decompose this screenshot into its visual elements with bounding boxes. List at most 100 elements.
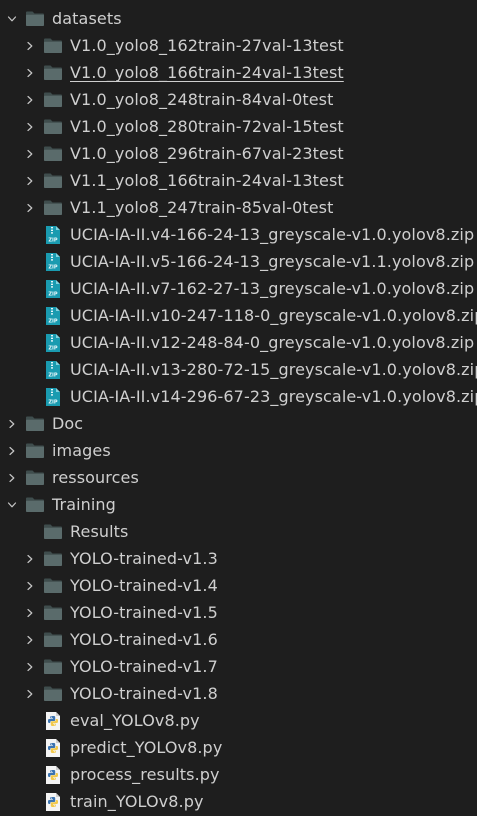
folder-icon xyxy=(43,685,63,703)
file-row-ucia-ia-ii-v4-166-24-13-greyscale-v1-0-yolov8-zip[interactable]: ZIP UCIA-IA-II.v4-166-24-13_greyscale-v1.… xyxy=(0,221,477,248)
chevron-right-icon[interactable] xyxy=(5,444,19,458)
folder-row-v1-0-yolo8-248train-84val-0test[interactable]: V1.0_yolo8_248train-84val-0test xyxy=(0,86,477,113)
tree-item-label: YOLO-trained-v1.7 xyxy=(70,657,218,676)
tree-item-label: YOLO-trained-v1.4 xyxy=(70,576,218,595)
chevron-right-icon[interactable] xyxy=(23,687,37,701)
folder-row-yolo-trained-v1-3[interactable]: YOLO-trained-v1.3 xyxy=(0,545,477,572)
file-row-ucia-ia-ii-v14-296-67-23-greyscale-v1-0-yolov8-zip[interactable]: ZIP UCIA-IA-II.v14-296-67-23_greyscale-v1… xyxy=(0,383,477,410)
folder-icon xyxy=(43,199,63,217)
chevron-right-icon[interactable] xyxy=(23,66,37,80)
folder-row-yolo-trained-v1-5[interactable]: YOLO-trained-v1.5 xyxy=(0,599,477,626)
file-row-predict-yolov8-py[interactable]: predict_YOLOv8.py xyxy=(0,734,477,761)
folder-row-v1-0-yolo8-162train-27val-13test[interactable]: V1.0_yolo8_162train-27val-13test xyxy=(0,32,477,59)
file-row-eval-yolov8-py[interactable]: eval_YOLOv8.py xyxy=(0,707,477,734)
tree-item-label: UCIA-IA-II.v7-162-27-13_greyscale-v1.0.y… xyxy=(70,279,475,298)
folder-icon xyxy=(25,10,45,28)
tree-item-label: V1.1_yolo8_247train-85val-0test xyxy=(70,198,334,217)
folder-row-v1-0-yolo8-166train-24val-13test[interactable]: V1.0_yolo8_166train-24val-13test xyxy=(0,59,477,86)
folder-icon xyxy=(43,631,63,649)
file-row-ucia-ia-ii-v7-162-27-13-greyscale-v1-0-yolov8-zip[interactable]: ZIP UCIA-IA-II.v7-162-27-13_greyscale-v1.… xyxy=(0,275,477,302)
tree-item-label: V1.1_yolo8_166train-24val-13test xyxy=(70,171,344,190)
svg-text:ZIP: ZIP xyxy=(48,291,57,297)
folder-icon xyxy=(43,550,63,568)
tree-item-label: YOLO-trained-v1.8 xyxy=(70,684,218,703)
folder-icon xyxy=(25,415,45,433)
python-file-icon xyxy=(43,765,63,784)
chevron-right-icon[interactable] xyxy=(23,633,37,647)
tree-item-label: process_results.py xyxy=(70,765,220,784)
folder-icon xyxy=(43,604,63,622)
tree-item-label: V1.0_yolo8_166train-24val-13test xyxy=(70,63,344,82)
svg-text:ZIP: ZIP xyxy=(48,345,57,351)
tree-item-label: UCIA-IA-II.v12-248-84-0_greyscale-v1.0.y… xyxy=(70,333,475,352)
folder-row-doc[interactable]: Doc xyxy=(0,410,477,437)
chevron-right-icon[interactable] xyxy=(23,93,37,107)
file-row-ucia-ia-ii-v12-248-84-0-greyscale-v1-0-yolov8-zip[interactable]: ZIP UCIA-IA-II.v12-248-84-0_greyscale-v1.… xyxy=(0,329,477,356)
chevron-right-icon[interactable] xyxy=(23,120,37,134)
folder-row-v1-0-yolo8-296train-67val-23test[interactable]: V1.0_yolo8_296train-67val-23test xyxy=(0,140,477,167)
svg-text:ZIP: ZIP xyxy=(48,237,57,243)
folder-row-images[interactable]: images xyxy=(0,437,477,464)
file-row-ucia-ia-ii-v10-247-118-0-greyscale-v1-0-yolov8-zip[interactable]: ZIP UCIA-IA-II.v10-247-118-0_greyscale-v1… xyxy=(0,302,477,329)
tree-item-label: UCIA-IA-II.v4-166-24-13_greyscale-v1.0.y… xyxy=(70,225,475,244)
folder-row-results[interactable]: Results xyxy=(0,518,477,545)
chevron-right-icon[interactable] xyxy=(23,39,37,53)
python-file-icon xyxy=(43,738,63,757)
chevron-down-icon[interactable] xyxy=(5,498,19,512)
folder-icon xyxy=(43,658,63,676)
folder-icon xyxy=(43,172,63,190)
folder-row-training[interactable]: Training xyxy=(0,491,477,518)
chevron-right-icon[interactable] xyxy=(23,174,37,188)
folder-row-v1-1-yolo8-247train-85val-0test[interactable]: V1.1_yolo8_247train-85val-0test xyxy=(0,194,477,221)
folder-row-yolo-trained-v1-8[interactable]: YOLO-trained-v1.8 xyxy=(0,680,477,707)
folder-row-yolo-trained-v1-6[interactable]: YOLO-trained-v1.6 xyxy=(0,626,477,653)
file-row-ucia-ia-ii-v5-166-24-13-greyscale-v1-1-yolov8-zip[interactable]: ZIP UCIA-IA-II.v5-166-24-13_greyscale-v1.… xyxy=(0,248,477,275)
folder-row-v1-0-yolo8-280train-72val-15test[interactable]: V1.0_yolo8_280train-72val-15test xyxy=(0,113,477,140)
chevron-right-icon[interactable] xyxy=(23,147,37,161)
folder-row-ressources[interactable]: ressources xyxy=(0,464,477,491)
svg-text:ZIP: ZIP xyxy=(48,264,57,270)
file-explorer-tree: datasets V1.0_yolo8_162train-27val-13test… xyxy=(0,0,477,816)
folder-icon xyxy=(43,523,63,541)
zip-file-icon: ZIP xyxy=(43,252,63,271)
folder-row-datasets[interactable]: datasets xyxy=(0,5,477,32)
tree-item-label: YOLO-trained-v1.3 xyxy=(70,549,218,568)
tree-item-label: V1.0_yolo8_296train-67val-23test xyxy=(70,144,344,163)
folder-icon xyxy=(43,118,63,136)
zip-file-icon: ZIP xyxy=(43,333,63,352)
file-row-ucia-ia-ii-v13-280-72-15-greyscale-v1-0-yolov8-zip[interactable]: ZIP UCIA-IA-II.v13-280-72-15_greyscale-v1… xyxy=(0,356,477,383)
chevron-right-icon[interactable] xyxy=(23,579,37,593)
chevron-right-icon[interactable] xyxy=(23,552,37,566)
file-row-train-yolov8-py[interactable]: train_YOLOv8.py xyxy=(0,788,477,815)
file-row-process-results-py[interactable]: process_results.py xyxy=(0,761,477,788)
chevron-right-icon[interactable] xyxy=(23,606,37,620)
chevron-down-icon[interactable] xyxy=(5,12,19,26)
tree-item-label: UCIA-IA-II.v10-247-118-0_greyscale-v1.0.… xyxy=(70,306,477,325)
folder-row-yolo-trained-v1-7[interactable]: YOLO-trained-v1.7 xyxy=(0,653,477,680)
tree-item-label: predict_YOLOv8.py xyxy=(70,738,223,757)
python-file-icon xyxy=(43,711,63,730)
folder-icon xyxy=(25,469,45,487)
folder-row-yolo-trained-v1-4[interactable]: YOLO-trained-v1.4 xyxy=(0,572,477,599)
zip-file-icon: ZIP xyxy=(43,279,63,298)
chevron-right-icon[interactable] xyxy=(5,471,19,485)
tree-item-label: train_YOLOv8.py xyxy=(70,792,204,811)
chevron-right-icon[interactable] xyxy=(5,417,19,431)
tree-item-label: Doc xyxy=(52,414,84,433)
tree-item-label: ressources xyxy=(52,468,139,487)
zip-file-icon: ZIP xyxy=(43,387,63,406)
python-file-icon xyxy=(43,792,63,811)
chevron-right-icon[interactable] xyxy=(23,660,37,674)
tree-item-label: datasets xyxy=(52,9,122,28)
chevron-right-icon[interactable] xyxy=(23,201,37,215)
tree-item-label: V1.0_yolo8_162train-27val-13test xyxy=(70,36,344,55)
folder-icon xyxy=(43,145,63,163)
tree-item-label: UCIA-IA-II.v13-280-72-15_greyscale-v1.0.… xyxy=(70,360,477,379)
tree-item-label: eval_YOLOv8.py xyxy=(70,711,200,730)
folder-row-v1-1-yolo8-166train-24val-13test[interactable]: V1.1_yolo8_166train-24val-13test xyxy=(0,167,477,194)
folder-icon xyxy=(25,442,45,460)
folder-icon xyxy=(43,64,63,82)
tree-item-label: UCIA-IA-II.v14-296-67-23_greyscale-v1.0.… xyxy=(70,387,477,406)
tree-item-label: V1.0_yolo8_280train-72val-15test xyxy=(70,117,344,136)
tree-item-label: Training xyxy=(52,495,116,514)
